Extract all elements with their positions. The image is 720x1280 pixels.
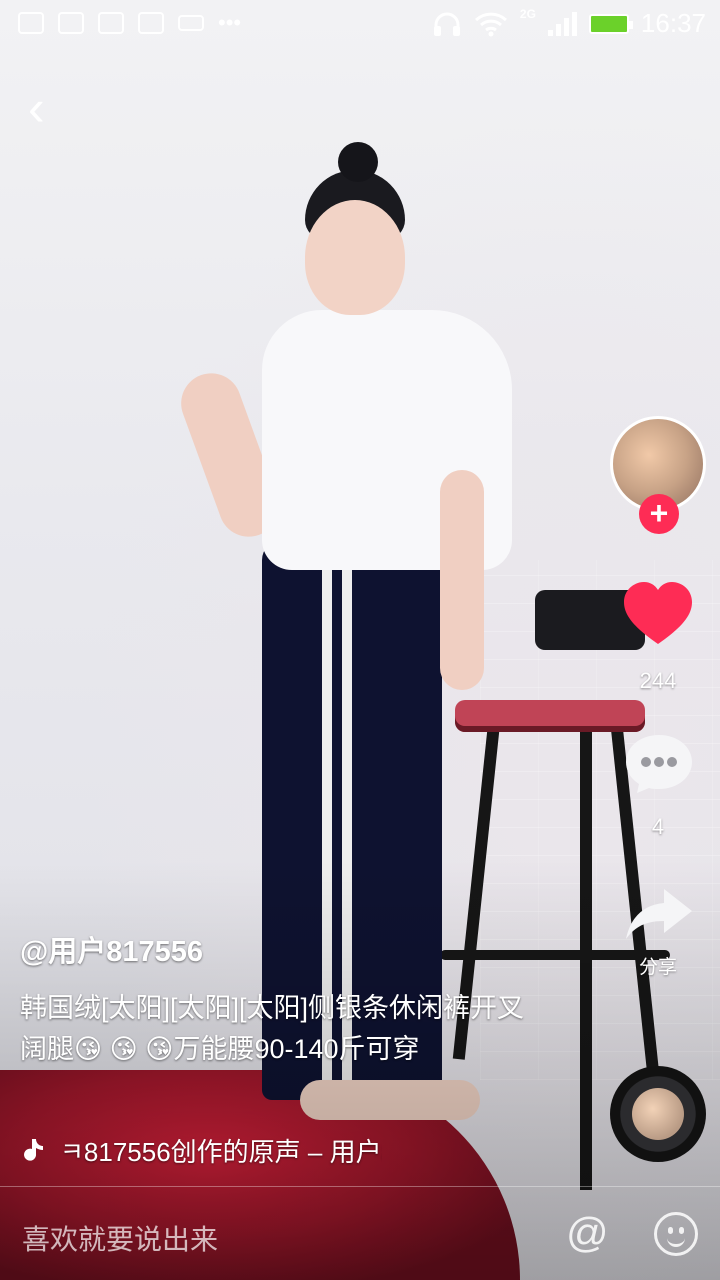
huawei-icon: [58, 12, 84, 34]
like-count: 244: [639, 668, 677, 693]
person-hair-bun: [338, 142, 378, 182]
huawei-icon: [138, 12, 164, 34]
huawei-icon: [98, 12, 124, 34]
share-label[interactable]: 分享: [618, 952, 698, 979]
clock: 16:37: [640, 8, 706, 38]
creator-username[interactable]: @用户817556: [20, 928, 203, 970]
music-marquee[interactable]: ㅋ817556创作的原声 – 用户817556: [20, 1132, 382, 1166]
music-title: ㅋ817556创作的原声 – 用户817556: [60, 1137, 382, 1166]
comment-icon[interactable]: [624, 733, 694, 795]
mention-icon[interactable]: @: [566, 1210, 609, 1256]
comment-input[interactable]: 喜欢就要说出来: [22, 1218, 218, 1258]
wifi-icon: [474, 12, 507, 36]
input-divider: [0, 1186, 720, 1187]
stool-seat: [455, 700, 645, 732]
status-bar: ••• 2G 16:37: [0, 0, 720, 50]
keyboard-icon: [178, 15, 204, 31]
music-cover: [632, 1088, 684, 1140]
battery-icon: [588, 13, 633, 34]
video-caption: 韩国绒[太阳][太阳][太阳]侧银条休闲裤开叉阔腿😘 😘 😘万能腰90-140斤…: [20, 993, 525, 1064]
network-type: 2G: [519, 6, 536, 21]
follow-button[interactable]: +: [639, 494, 679, 534]
bottom-shade: [0, 860, 720, 1280]
person-arm: [440, 470, 484, 690]
person-face: [305, 200, 405, 315]
more-icon: •••: [218, 10, 242, 35]
signal-icon: [547, 11, 577, 36]
back-arrow-icon[interactable]: ‹: [28, 83, 68, 133]
headphones-icon: [433, 12, 460, 36]
share-arrow-icon[interactable]: [624, 885, 694, 945]
emoji-icon[interactable]: [654, 1212, 698, 1256]
music-note-icon: [24, 1139, 43, 1161]
gallery-icon: [18, 12, 44, 34]
comment-count: 4: [651, 814, 665, 839]
like-heart-icon[interactable]: [622, 580, 694, 652]
